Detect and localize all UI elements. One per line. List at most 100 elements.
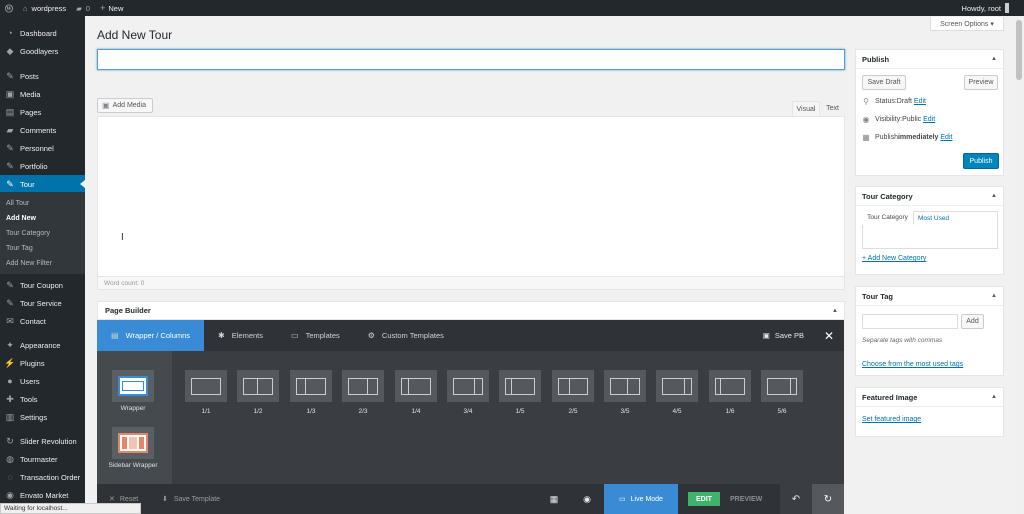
- new-content-link[interactable]: + New: [95, 0, 128, 16]
- collapse-toggle-icon[interactable]: ▲: [991, 293, 997, 299]
- new-tag-input[interactable]: [862, 314, 958, 329]
- tour-tag-header[interactable]: Tour Tag ▲: [856, 287, 1003, 306]
- collapse-toggle-icon[interactable]: ▲: [991, 394, 997, 400]
- tour-category-header[interactable]: Tour Category ▲: [856, 187, 1003, 206]
- sidebar-item-dashboard[interactable]: ◔ Dashboard: [0, 24, 85, 42]
- account-menu[interactable]: Howdy, root: [957, 0, 1014, 16]
- column-1-2-item[interactable]: 1/2: [237, 370, 279, 415]
- tab-text[interactable]: Text: [821, 101, 844, 116]
- submenu-add-new[interactable]: Add New: [6, 215, 36, 222]
- edit-schedule-link[interactable]: Edit: [940, 134, 952, 141]
- page-scrollbar[interactable]: [1014, 16, 1024, 514]
- column-5-6-item[interactable]: 5/6: [761, 370, 803, 415]
- sidebar-item-transaction-order[interactable]: ◌ Transaction Order: [0, 468, 85, 486]
- post-title-input[interactable]: [97, 49, 845, 70]
- wordpress-logo-icon[interactable]: W: [0, 0, 18, 16]
- tab-wrapper-columns[interactable]: ▤ Wrapper / Columns: [97, 320, 205, 351]
- comments-link[interactable]: ▰ 0: [71, 0, 95, 16]
- visibility-label: Visibility:: [875, 116, 903, 123]
- close-icon[interactable]: ✕: [824, 329, 834, 343]
- comment-bubble-icon: ▰: [76, 3, 82, 13]
- submenu-tour-tag[interactable]: Tour Tag: [6, 245, 33, 252]
- sidebar-item-tourmaster[interactable]: ◍ Tourmaster: [0, 450, 85, 468]
- grid-view-icon[interactable]: ▦: [547, 484, 561, 514]
- content-editor[interactable]: [97, 116, 845, 277]
- add-media-button[interactable]: ▣ Add Media: [97, 98, 153, 113]
- tab-custom-templates[interactable]: ⚙ Custom Templates: [354, 320, 458, 351]
- sidebar-item-posts[interactable]: ✎ Posts: [0, 67, 85, 85]
- edit-button[interactable]: EDIT: [688, 492, 720, 506]
- submenu-add-new-filter[interactable]: Add New Filter: [6, 260, 52, 267]
- page-builder-header[interactable]: Page Builder ▲: [97, 301, 845, 320]
- preview-button[interactable]: PREVIEW: [730, 484, 762, 514]
- column-3-4-item[interactable]: 3/4: [447, 370, 489, 415]
- publish-box-header[interactable]: Publish ▲: [856, 50, 1003, 69]
- sidebar-item-plugins[interactable]: ⚡ Plugins: [0, 354, 85, 372]
- sidebar-item-users[interactable]: ● Users: [0, 372, 85, 390]
- column-1-6-item[interactable]: 1/6: [709, 370, 751, 415]
- sidebar-wrapper-item[interactable]: Sidebar Wrapper: [103, 427, 163, 469]
- sidebar-item-envato-market[interactable]: ◉ Envato Market: [0, 486, 85, 504]
- column-2-3-item[interactable]: 2/3: [342, 370, 384, 415]
- add-new-category-link[interactable]: + Add New Category: [862, 255, 926, 262]
- publish-button[interactable]: Publish: [963, 153, 999, 169]
- column-label: 1/2: [253, 408, 263, 415]
- sidebar-item-tour-coupon[interactable]: ✎ Tour Coupon: [0, 276, 85, 294]
- sidebar-item-tools[interactable]: ✚ Tools: [0, 390, 85, 408]
- tab-visual[interactable]: Visual: [792, 101, 820, 116]
- sidebar-item-tour[interactable]: ✎ Tour: [0, 175, 85, 193]
- sidebar-item-label: Contact: [20, 316, 46, 326]
- tab-templates[interactable]: ▭ Templates: [277, 320, 354, 351]
- sidebar-item-goodlayers[interactable]: ◆ Goodlayers: [0, 42, 85, 60]
- sidebar-item-contact[interactable]: ✉ Contact: [0, 312, 85, 330]
- edit-visibility-link[interactable]: Edit: [923, 116, 935, 123]
- comments-icon: ▰: [6, 124, 14, 135]
- column-3-5-item[interactable]: 3/5: [604, 370, 646, 415]
- submenu-tour-category[interactable]: Tour Category: [6, 230, 50, 237]
- save-pb-button[interactable]: ▣ Save PB: [763, 331, 804, 340]
- custom-templates-icon: ⚙: [367, 331, 375, 340]
- column-4-5-item[interactable]: 4/5: [656, 370, 698, 415]
- set-featured-image-link[interactable]: Set featured image: [862, 416, 921, 423]
- collapse-toggle-icon[interactable]: ▲: [991, 193, 997, 199]
- sidebar-item-settings[interactable]: ▥ Settings: [0, 408, 85, 426]
- undo-icon[interactable]: ↶: [780, 484, 812, 514]
- add-tag-button[interactable]: Add: [961, 314, 984, 329]
- wrapper-item[interactable]: Wrapper: [109, 370, 157, 412]
- column-1-3-item[interactable]: 1/3: [290, 370, 332, 415]
- eye-icon: ◉: [862, 115, 870, 124]
- sidebar-item-pages[interactable]: ▤ Pages: [0, 103, 85, 121]
- column-2-5-item[interactable]: 2/5: [552, 370, 594, 415]
- redo-icon[interactable]: ↻: [812, 484, 844, 514]
- sidebar-item-slider-revolution[interactable]: ↻ Slider Revolution: [0, 432, 85, 450]
- collapse-toggle-icon[interactable]: ▲: [832, 308, 838, 314]
- eye-icon[interactable]: ◉: [580, 484, 594, 514]
- column-layout-icon: [552, 370, 594, 402]
- sidebar-item-personnel[interactable]: ✎ Personnel: [0, 139, 85, 157]
- save-draft-button[interactable]: Save Draft: [862, 75, 906, 90]
- preview-button[interactable]: Preview: [964, 75, 998, 90]
- collapse-toggle-icon[interactable]: ▲: [991, 56, 997, 62]
- featured-image-header[interactable]: Featured Image ▲: [856, 388, 1003, 407]
- sidebar-item-comments[interactable]: ▰ Comments: [0, 121, 85, 139]
- plugins-icon: ⚡: [4, 357, 16, 368]
- choose-tags-link[interactable]: Choose from the most used tags: [862, 361, 963, 368]
- screen-options-button[interactable]: Screen Options ▾: [930, 17, 1004, 31]
- column-1-4-item[interactable]: 1/4: [395, 370, 437, 415]
- tour-tag-title: Tour Tag: [862, 291, 893, 301]
- submenu-all-tour[interactable]: All Tour: [6, 200, 29, 207]
- column-1-1-item[interactable]: 1/1: [185, 370, 227, 415]
- sidebar-item-tour-service[interactable]: ✎ Tour Service: [0, 294, 85, 312]
- column-1-5-item[interactable]: 1/5: [499, 370, 541, 415]
- save-template-button[interactable]: ⬇ Save Template: [162, 484, 220, 514]
- sidebar-item-portfolio[interactable]: ✎ Portfolio: [0, 157, 85, 175]
- tab-all-categories[interactable]: Tour Category: [862, 211, 914, 225]
- scrollbar-thumb[interactable]: [1016, 20, 1022, 80]
- live-mode-button[interactable]: ▭ Live Mode: [604, 484, 678, 514]
- tab-most-used[interactable]: Most Used: [918, 211, 949, 225]
- sidebar-item-media[interactable]: ▣ Media: [0, 85, 85, 103]
- site-name-link[interactable]: ⌂ wordpress: [18, 0, 71, 16]
- tab-elements[interactable]: ✱ Elements: [204, 320, 277, 351]
- edit-status-link[interactable]: Edit: [914, 98, 926, 105]
- sidebar-item-appearance[interactable]: ✦ Appearance: [0, 336, 85, 354]
